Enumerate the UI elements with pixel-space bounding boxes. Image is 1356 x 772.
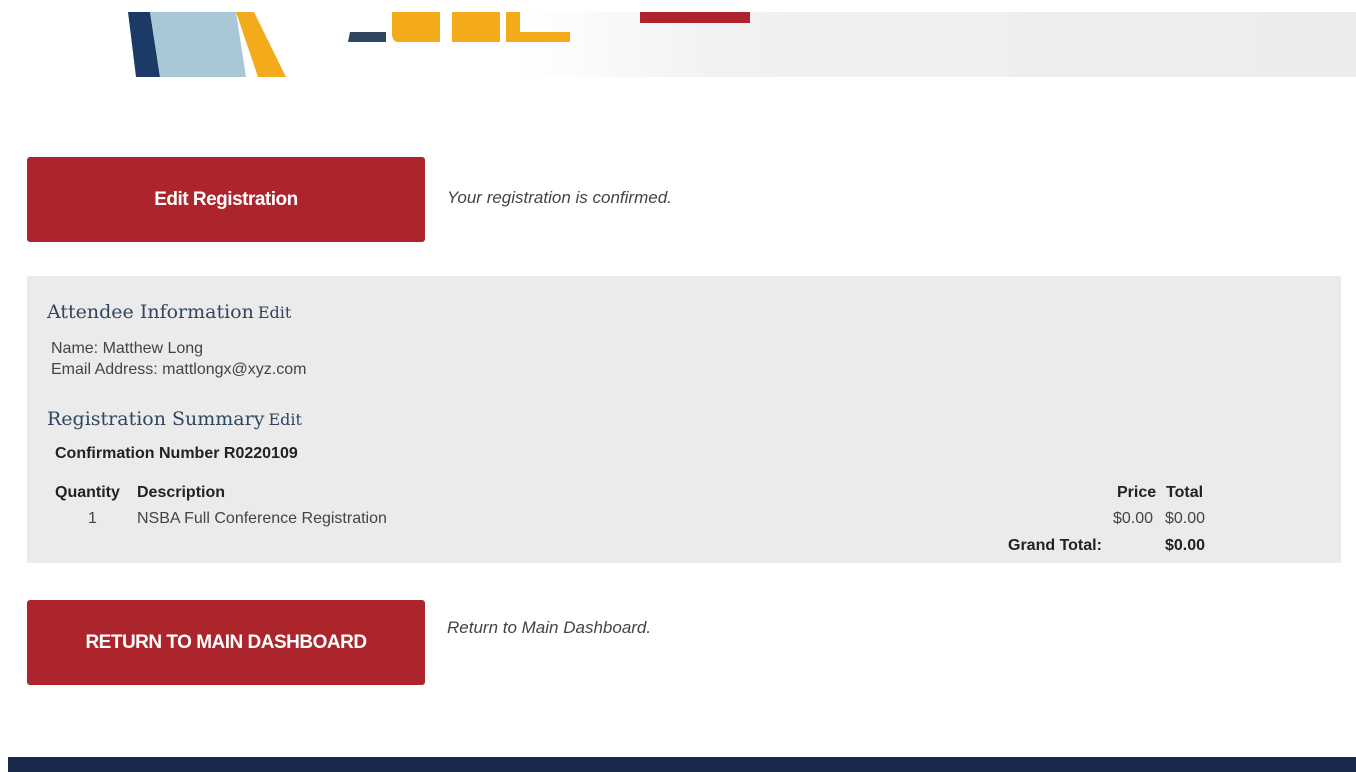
registration-summary-title: Registration Summary	[47, 408, 265, 430]
row-price: $0.00	[1113, 510, 1154, 527]
column-header-total: Total	[1166, 484, 1204, 501]
return-dashboard-button[interactable]: RETURN TO MAIN DASHBOARD	[27, 600, 425, 685]
edit-attendee-link[interactable]: Edit	[258, 303, 291, 322]
return-dashboard-note: Return to Main Dashboard.	[447, 618, 652, 637]
edit-summary-link[interactable]: Edit	[268, 410, 301, 429]
registration-panel: Attendee Information Edit Name: Matthew L…	[27, 276, 1341, 563]
grand-total-value: $0.00	[1165, 537, 1206, 554]
conference-logo	[128, 12, 750, 77]
edit-registration-button[interactable]: Edit Registration	[27, 157, 425, 242]
row-total: $0.00	[1165, 510, 1206, 527]
registration-status-text: Your registration is confirmed.	[447, 188, 672, 207]
column-header-price: Price	[1117, 484, 1157, 501]
attendee-name: Name: Matthew Long	[51, 340, 204, 357]
row-quantity: 1	[88, 510, 97, 527]
attendee-info-heading: Attendee Information Edit	[47, 301, 291, 323]
header-banner	[0, 12, 1356, 77]
page-footer	[8, 757, 1356, 772]
column-header-description: Description	[137, 484, 226, 501]
grand-total-label: Grand Total:	[1008, 537, 1102, 554]
row-description: NSBA Full Conference Registration	[137, 510, 387, 527]
column-header-quantity: Quantity	[55, 484, 120, 501]
attendee-info-title: Attendee Information	[47, 301, 254, 323]
registration-summary-heading: Registration Summary Edit	[47, 408, 302, 430]
attendee-details: Name: Matthew Long Email Address: mattlo…	[51, 338, 306, 380]
attendee-email: Email Address: mattlongx@xyz.com	[51, 361, 307, 378]
confirmation-number: Confirmation Number R0220109	[55, 445, 298, 462]
